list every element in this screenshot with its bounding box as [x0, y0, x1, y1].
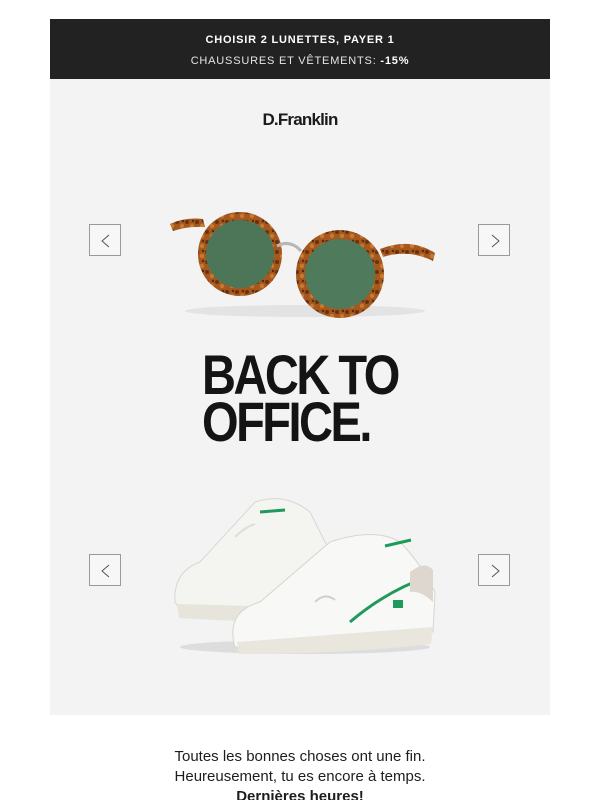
sunglasses-image[interactable]: [165, 199, 445, 329]
headline: BACK TO OFFICE.: [202, 347, 400, 453]
chevron-left-icon: [101, 564, 110, 578]
message-block: Toutes les bonnes choses ont une fin. He…: [0, 747, 600, 800]
promo-discount: -15%: [380, 55, 410, 67]
promo-subline-text: CHAUSSURES ET VÊTEMENTS:: [190, 55, 377, 67]
hero-section: D.Franklin BACK TO OFFICE.: [50, 79, 550, 715]
glasses-prev-button[interactable]: [89, 224, 121, 256]
promo-headline: CHOISIR 2 LUNETTES, PAYER 1: [205, 34, 395, 46]
headline-line-2: OFFICE.: [202, 390, 372, 453]
sneakers-prev-button[interactable]: [89, 554, 121, 586]
message-line-1: Toutes les bonnes choses ont une fin.: [174, 748, 426, 765]
chevron-right-icon: [491, 564, 500, 578]
sneakers-next-button[interactable]: [478, 554, 510, 586]
chevron-right-icon: [491, 234, 500, 248]
email-page: CHOISIR 2 LUNETTES, PAYER 1 CHAUSSURES E…: [0, 0, 600, 800]
message-line-2: Heureusement, tu es encore à temps.: [174, 768, 426, 785]
sneakers-image[interactable]: [165, 482, 445, 662]
message-line-3: Dernières heures!: [236, 788, 364, 800]
promo-subline: CHAUSSURES ET VÊTEMENTS: -15%: [50, 55, 550, 67]
glasses-next-button[interactable]: [478, 224, 510, 256]
promo-banner[interactable]: CHOISIR 2 LUNETTES, PAYER 1 CHAUSSURES E…: [50, 19, 550, 79]
chevron-left-icon: [101, 234, 110, 248]
brand-logo[interactable]: D.Franklin: [50, 110, 550, 130]
